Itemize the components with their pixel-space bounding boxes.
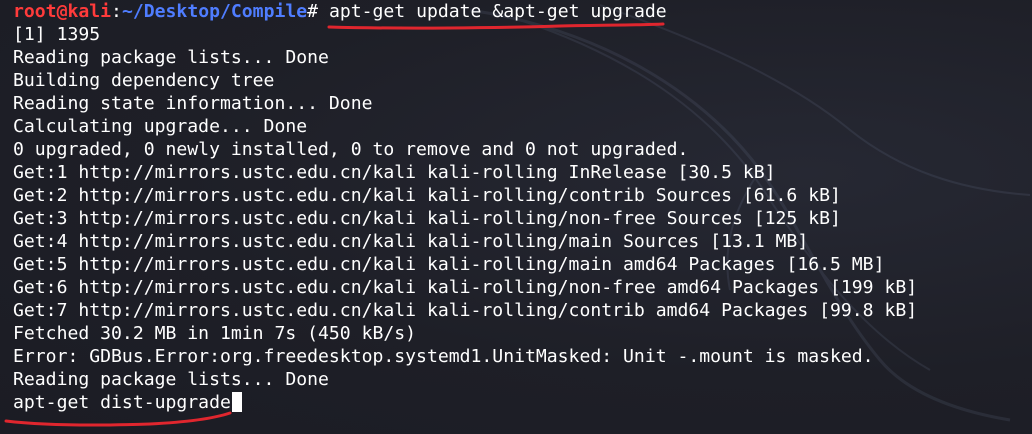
output-line: Get:1 http://mirrors.ustc.edu.cn/kali ka… <box>13 162 776 183</box>
output-line: Get:6 http://mirrors.ustc.edu.cn/kali ka… <box>13 277 918 298</box>
prompt-separator: : <box>111 1 122 22</box>
output-line: Building dependency tree <box>13 70 275 91</box>
output-line: Get:7 http://mirrors.ustc.edu.cn/kali ka… <box>13 300 918 321</box>
prompt-user-host: root@kali <box>13 1 112 22</box>
text-cursor <box>231 392 242 412</box>
output-line: Reading package lists... Done <box>13 47 329 68</box>
prompt-symbol: # <box>307 1 319 22</box>
output-line: Calculating upgrade... Done <box>13 116 308 137</box>
command-prompt-line: root@kali:~/Desktop/Compile# apt-get upd… <box>13 0 1032 23</box>
output-line: Fetched 30.2 MB in 1min 7s (450 kB/s) <box>13 323 417 344</box>
output-line: Reading state information... Done <box>13 93 373 114</box>
output-line: 0 upgraded, 0 newly installed, 0 to remo… <box>13 139 689 160</box>
output-line: Get:4 http://mirrors.ustc.edu.cn/kali ka… <box>13 231 809 252</box>
output-line: Get:2 http://mirrors.ustc.edu.cn/kali ka… <box>13 185 841 206</box>
current-input-text[interactable]: apt-get dist-upgrade <box>13 392 231 413</box>
output-line: Get:5 http://mirrors.ustc.edu.cn/kali ka… <box>13 254 885 275</box>
output-line: [1] 1395 <box>13 24 101 45</box>
current-input-line[interactable]: apt-get dist-upgrade <box>13 391 1032 414</box>
entered-command: apt-get update &apt-get upgrade <box>318 1 667 22</box>
terminal-output: root@kali:~/Desktop/Compile# apt-get upd… <box>13 0 1032 414</box>
terminal-window[interactable]: root@kali:~/Desktop/Compile# apt-get upd… <box>0 0 1032 434</box>
prompt-path: ~/Desktop/Compile <box>121 1 308 22</box>
error-line: Error: GDBus.Error:org.freedesktop.syste… <box>13 346 874 367</box>
output-line: Get:3 http://mirrors.ustc.edu.cn/kali ka… <box>13 208 841 229</box>
output-line: Reading package lists... Done <box>13 369 329 390</box>
